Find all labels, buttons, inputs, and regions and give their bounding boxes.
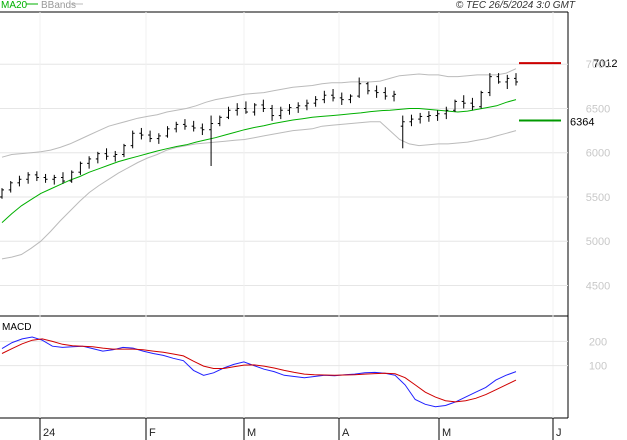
- source-timestamp: © TEC 26/5/2024 3:0 GMT: [456, 0, 576, 11]
- price-y-tick-label: 5000: [586, 236, 610, 248]
- y-axis-labels: 7000 6500 6000 5500 5000 4500 200 100: [586, 59, 610, 372]
- x-tick-label: M: [247, 427, 256, 439]
- x-tick-label: J: [556, 427, 562, 439]
- price-y-tick-label: 5500: [586, 192, 610, 204]
- x-tick-label: 24: [43, 427, 55, 439]
- plot-background: [0, 12, 568, 440]
- level-label-6364: 6364: [570, 117, 594, 129]
- macd-y-tick-label: 100: [589, 361, 607, 373]
- price-y-tick-label: 6500: [586, 103, 610, 115]
- macd-y-tick-label: 200: [589, 336, 607, 348]
- price-y-tick-label: 6000: [586, 148, 610, 160]
- x-tick-label: A: [342, 427, 350, 439]
- macd-title: MACD: [2, 322, 31, 333]
- x-tick-label: F: [149, 427, 156, 439]
- bbands-legend-label: BBands: [41, 0, 76, 11]
- price-y-tick-label: 4500: [586, 280, 610, 292]
- x-tick-label: M: [442, 427, 451, 439]
- ma20-legend-label: MA20: [1, 0, 28, 11]
- price-y-tick-label: 7000: [586, 59, 610, 71]
- chart-canvas: MA20 BBands © TEC 26/5/2024 3:0 GMT 7012…: [0, 0, 617, 440]
